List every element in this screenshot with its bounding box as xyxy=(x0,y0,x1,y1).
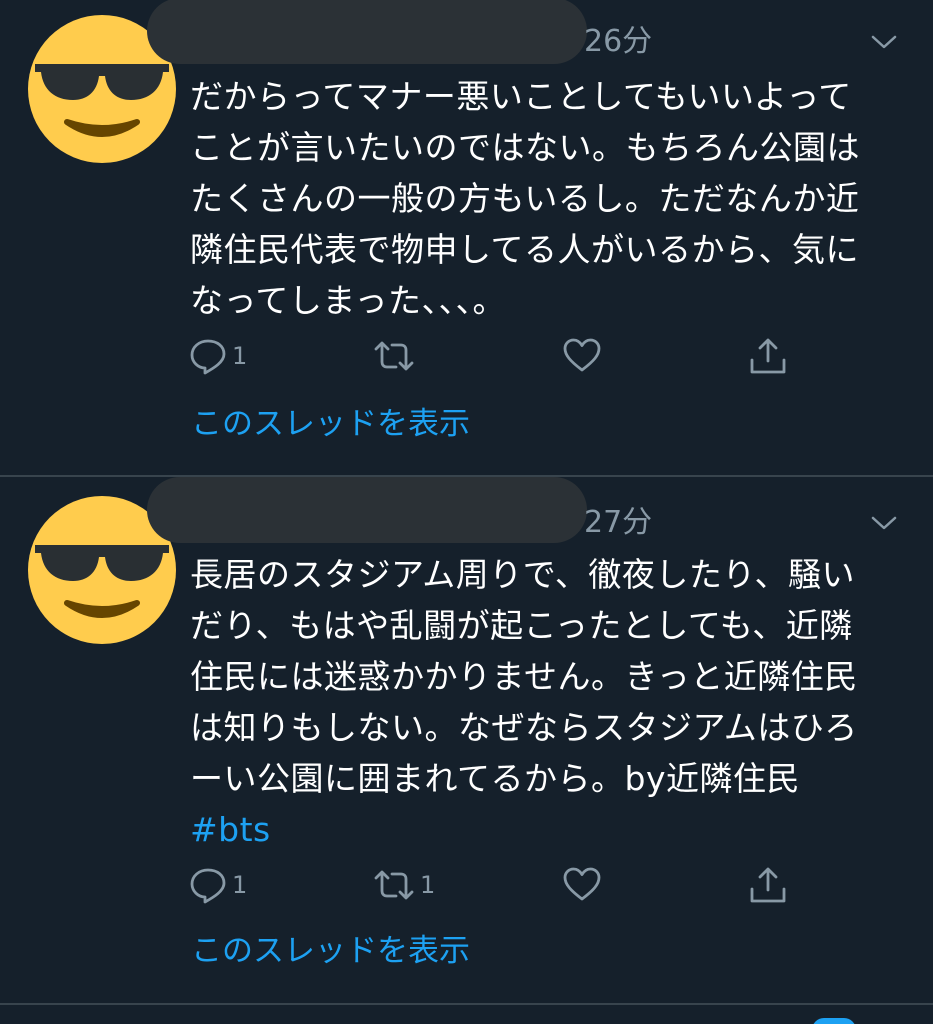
tweet[interactable]: 27分 長居のスタジアム周りで、徹夜したり、騒い だり、もはや乱闘が起こったとし… xyxy=(0,477,933,1004)
like-button[interactable] xyxy=(562,863,606,907)
chevron-down-icon xyxy=(871,35,897,49)
reply-icon xyxy=(190,339,226,375)
show-thread-link[interactable]: このスレッドを表示 xyxy=(191,929,470,973)
timestamp: 27分 xyxy=(584,505,653,540)
more-options-button[interactable] xyxy=(868,32,900,52)
tweet-text-line: 隣住民代表で物申してる人がいるから、気に xyxy=(190,230,860,269)
tweet-actions: 1 1 xyxy=(188,863,808,907)
next-tweet-avatar[interactable] xyxy=(812,1018,856,1024)
share-button[interactable] xyxy=(748,863,788,907)
reply-count: 1 xyxy=(232,342,248,370)
author-name-redacted xyxy=(147,477,587,543)
share-icon xyxy=(750,867,786,903)
tweet-text-line: 住民には迷惑かかりません。きっと近隣住民 xyxy=(190,657,858,696)
tweet-text: だからってマナー悪いことしてもいいよって ことが言いたいのではない。もちろん公園… xyxy=(190,71,890,326)
tweet-actions: 1 xyxy=(188,334,808,378)
share-button[interactable] xyxy=(748,334,788,378)
timestamp: 26分 xyxy=(584,24,653,59)
tweet-text-line: なってしまった、、、。 xyxy=(190,281,507,320)
tweet-text: 長居のスタジアム周りで、徹夜したり、騒い だり、もはや乱闘が起こったとしても、近… xyxy=(190,549,890,855)
divider xyxy=(0,1003,933,1005)
like-button[interactable] xyxy=(562,334,606,378)
tweet-text-line: たくさんの一般の方もいるし。ただなんか近 xyxy=(190,179,860,218)
tweet-text-line: ーい公園に囲まれてるから。by近隣住民 xyxy=(190,759,800,798)
share-icon xyxy=(750,338,786,374)
reply-button[interactable]: 1 xyxy=(188,334,247,378)
tweet-text-line: 長居のスタジアム周りで、徹夜したり、騒い xyxy=(190,555,856,594)
tweet-text-line: だからってマナー悪いことしてもいいよって xyxy=(190,77,852,116)
retweet-count: 1 xyxy=(420,871,436,899)
tweet-text-line: ことが言いたいのではない。もちろん公園は xyxy=(190,128,860,167)
reply-count: 1 xyxy=(232,871,248,899)
chevron-down-icon xyxy=(871,516,897,530)
retweet-icon xyxy=(374,341,414,371)
heart-icon xyxy=(563,867,601,901)
tweet-text-line: だり、もはや乱闘が起こったとしても、近隣 xyxy=(190,606,853,645)
tweet[interactable]: 26分 だからってマナー悪いことしてもいいよって ことが言いたいのではない。もち… xyxy=(0,0,933,476)
retweet-button[interactable]: 1 xyxy=(372,863,435,907)
retweet-icon xyxy=(374,870,414,900)
show-thread-link[interactable]: このスレッドを表示 xyxy=(191,402,470,446)
retweet-button[interactable] xyxy=(372,334,420,378)
author-name-redacted xyxy=(147,0,587,64)
heart-icon xyxy=(563,338,601,372)
tweet-text-line: は知りもしない。なぜならスタジアムはひろ xyxy=(190,708,858,747)
reply-icon xyxy=(190,868,226,904)
reply-button[interactable]: 1 xyxy=(188,863,247,907)
hashtag-link[interactable]: #bts xyxy=(190,804,890,855)
more-options-button[interactable] xyxy=(868,513,900,533)
